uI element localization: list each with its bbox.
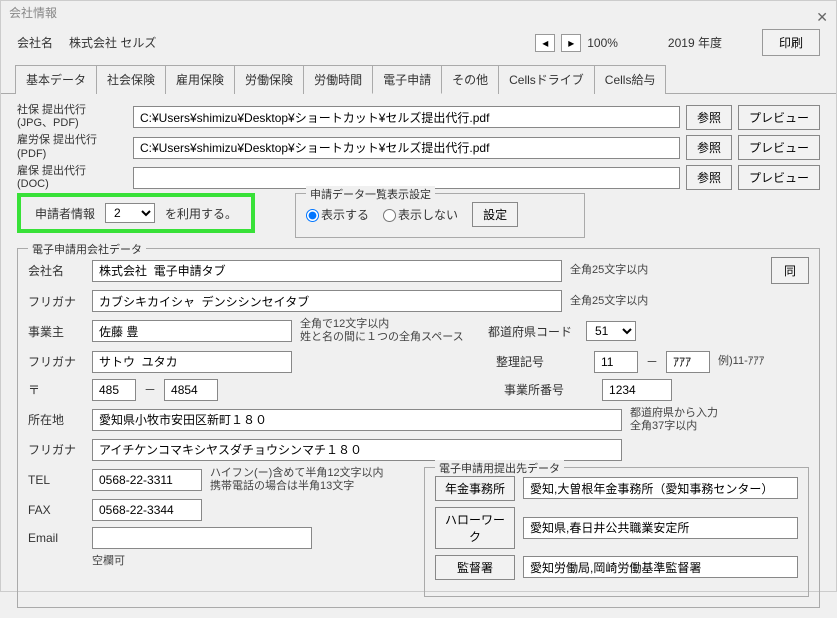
browse-button-koyoro[interactable]: 参照 bbox=[686, 135, 732, 160]
applicant-select[interactable]: 2 bbox=[105, 203, 155, 223]
tab-cellspay[interactable]: Cells給与 bbox=[594, 65, 667, 94]
tab-other[interactable]: その他 bbox=[441, 65, 499, 94]
company-name: 株式会社 セルズ bbox=[69, 34, 156, 51]
fax-label: FAX bbox=[28, 503, 84, 517]
owner-hint: 全角で12文字以内 姓と名の間に１つの全角スペース bbox=[300, 318, 480, 344]
name-hint: 全角25文字以内 bbox=[570, 264, 648, 277]
addr-input[interactable] bbox=[92, 409, 622, 431]
display-setting-legend: 申請データ一覧表示設定 bbox=[306, 186, 435, 202]
company-data-fieldset: 電子申請用会社データ 会社名 全角25文字以内 同 フリガナ 全角25文字以内 … bbox=[17, 248, 820, 608]
kana-label: フリガナ bbox=[28, 293, 84, 310]
zip-sep: － bbox=[144, 381, 156, 398]
dest-legend: 電子申請用提出先データ bbox=[435, 460, 564, 476]
tab-content: 社保 提出代行 (JPG、PDF) 参照 プレビュー 雇労保 提出代行 (PDF… bbox=[1, 94, 836, 618]
file-label-koyoro: 雇労保 提出代行 (PDF) bbox=[17, 134, 127, 160]
email-hint: 空欄可 bbox=[92, 555, 125, 568]
titlebar: 会社情報 ✕ bbox=[1, 1, 836, 25]
tab-labor[interactable]: 労働保険 bbox=[234, 65, 304, 94]
kantoku-input[interactable] bbox=[523, 556, 798, 578]
seiri1-input[interactable] bbox=[594, 351, 638, 373]
pref-select[interactable]: 51 bbox=[586, 321, 636, 341]
display-set-button[interactable]: 設定 bbox=[472, 202, 518, 227]
applicant-highlight: 申請者情報 2 を利用する。 bbox=[17, 193, 255, 233]
owner-kana-input[interactable] bbox=[92, 351, 292, 373]
dest-fieldset: 電子申請用提出先データ 年金事務所 ハローワーク 監督署 bbox=[424, 467, 809, 597]
close-icon[interactable]: ✕ bbox=[816, 5, 828, 29]
kana-hint: 全角25文字以内 bbox=[570, 295, 648, 308]
owner-kana-label: フリガナ bbox=[28, 353, 84, 370]
owner-label: 事業主 bbox=[28, 323, 84, 340]
office-no-input[interactable] bbox=[602, 379, 672, 401]
tel-label: TEL bbox=[28, 473, 84, 487]
kantoku-button[interactable]: 監督署 bbox=[435, 555, 515, 580]
window-title: 会社情報 bbox=[9, 6, 57, 20]
tab-eapply[interactable]: 電子申請 bbox=[372, 65, 442, 94]
file-label-koho: 雇保 提出代行 (DOC) bbox=[17, 165, 127, 191]
zoom-group: ◂ ▸ 100% bbox=[535, 34, 618, 52]
addr-kana-label: フリガナ bbox=[28, 441, 84, 458]
preview-button-koyoro[interactable]: プレビュー bbox=[738, 135, 820, 160]
company-data-legend: 電子申請用会社データ bbox=[28, 241, 146, 257]
tab-employment[interactable]: 雇用保険 bbox=[165, 65, 235, 94]
name-input[interactable] bbox=[92, 260, 562, 282]
company-label: 会社名 bbox=[17, 34, 53, 51]
seiri-hint: 例)11-ｱｱｱ bbox=[718, 355, 764, 368]
pref-label: 都道府県コード bbox=[488, 323, 578, 340]
office-no-label: 事業所番号 bbox=[504, 381, 594, 398]
zoom-value: 100% bbox=[587, 36, 618, 50]
tabs: 基本データ 社会保険 雇用保険 労働保険 労働時間 電子申請 その他 Cells… bbox=[1, 64, 836, 94]
owner-input[interactable] bbox=[92, 320, 292, 342]
addr-label: 所在地 bbox=[28, 411, 84, 428]
zip1-input[interactable] bbox=[92, 379, 136, 401]
browse-button-koho[interactable]: 参照 bbox=[686, 165, 732, 190]
print-button[interactable]: 印刷 bbox=[762, 29, 820, 56]
tab-cellsdrive[interactable]: Cellsドライブ bbox=[498, 65, 595, 94]
zoom-prev-button[interactable]: ◂ bbox=[535, 34, 555, 52]
year-value: 2019 bbox=[668, 36, 695, 50]
file-row-shaho: 社保 提出代行 (JPG、PDF) 参照 プレビュー bbox=[17, 104, 820, 130]
same-button[interactable]: 同 bbox=[771, 257, 809, 284]
pension-button[interactable]: 年金事務所 bbox=[435, 476, 515, 501]
file-input-koyoro[interactable] bbox=[133, 137, 680, 159]
seiri2-input[interactable] bbox=[666, 351, 710, 373]
file-input-shaho[interactable] bbox=[133, 106, 680, 128]
radio-show[interactable]: 表示する bbox=[306, 206, 369, 223]
zip-label: 〒 bbox=[28, 381, 84, 398]
year-suffix: 年度 bbox=[698, 36, 722, 50]
name-label: 会社名 bbox=[28, 262, 84, 279]
file-label-shaho: 社保 提出代行 (JPG、PDF) bbox=[17, 104, 127, 130]
year-group: 2019 年度 bbox=[668, 34, 722, 51]
header-row: 会社名 株式会社 セルズ ◂ ▸ 100% 2019 年度 印刷 bbox=[1, 25, 836, 64]
tab-basic[interactable]: 基本データ bbox=[15, 65, 97, 94]
tel-input[interactable] bbox=[92, 469, 202, 491]
applicant-suffix: を利用する。 bbox=[165, 205, 237, 222]
tab-worktime[interactable]: 労働時間 bbox=[303, 65, 373, 94]
hellowork-input[interactable] bbox=[523, 517, 798, 539]
email-input[interactable] bbox=[92, 527, 312, 549]
preview-button-shaho[interactable]: プレビュー bbox=[738, 105, 820, 130]
app-window: 会社情報 ✕ 会社名 株式会社 セルズ ◂ ▸ 100% 2019 年度 印刷 … bbox=[0, 0, 837, 592]
seiri-label: 整理記号 bbox=[496, 353, 586, 370]
display-setting-fieldset: 申請データ一覧表示設定 表示する 表示しない 設定 bbox=[295, 193, 585, 238]
fax-input[interactable] bbox=[92, 499, 202, 521]
email-label: Email bbox=[28, 531, 84, 545]
addr-kana-input[interactable] bbox=[92, 439, 622, 461]
applicant-label: 申請者情報 bbox=[35, 205, 95, 222]
seiri-sep: － bbox=[646, 353, 658, 370]
zoom-next-button[interactable]: ▸ bbox=[561, 34, 581, 52]
tel-hint: ハイフン(ー)含めて半角12文字以内 携帯電話の場合は半角13文字 bbox=[210, 467, 384, 493]
preview-button-koho[interactable]: プレビュー bbox=[738, 165, 820, 190]
zip2-input[interactable] bbox=[164, 379, 218, 401]
kana-input[interactable] bbox=[92, 290, 562, 312]
hellowork-button[interactable]: ハローワーク bbox=[435, 507, 515, 549]
file-row-koyoro: 雇労保 提出代行 (PDF) 参照 プレビュー bbox=[17, 134, 820, 160]
tab-social[interactable]: 社会保険 bbox=[96, 65, 166, 94]
pension-input[interactable] bbox=[523, 477, 798, 499]
addr-hint: 都道府県から入力 全角37字以内 bbox=[630, 407, 718, 433]
browse-button-shaho[interactable]: 参照 bbox=[686, 105, 732, 130]
radio-hide[interactable]: 表示しない bbox=[383, 206, 458, 223]
